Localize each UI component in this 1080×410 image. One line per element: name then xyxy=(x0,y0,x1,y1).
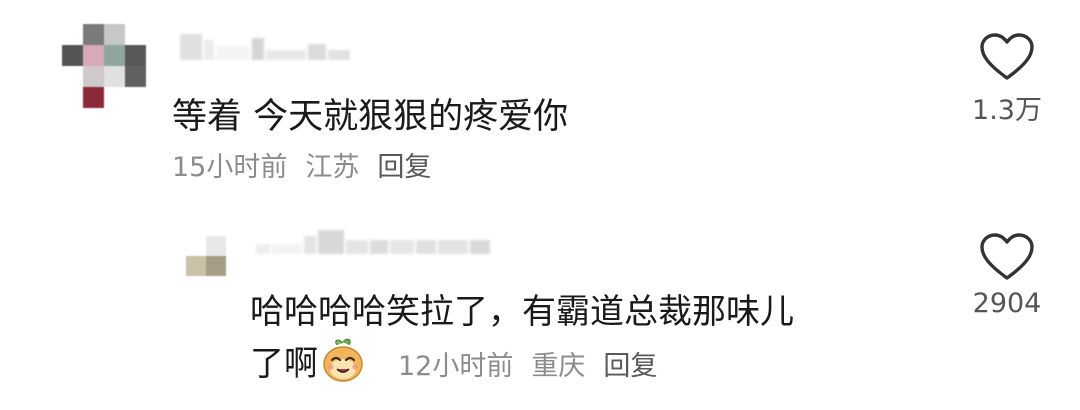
reply-button[interactable]: 回复 xyxy=(377,152,431,183)
comment-time: 15小时前 xyxy=(172,152,288,183)
reply-reply-button[interactable]: 回复 xyxy=(603,351,657,382)
reply-like-count: 2904 xyxy=(972,288,1042,319)
reply-time: 12小时前 xyxy=(398,351,514,382)
reply-like-button[interactable]: 2904 xyxy=(962,232,1052,319)
heart-outline-icon xyxy=(980,233,1034,280)
username-blurred[interactable] xyxy=(180,30,350,60)
heart-outline-icon xyxy=(980,33,1034,80)
reply-avatar[interactable] xyxy=(186,236,226,276)
reply-text-line-2: 了啊 xyxy=(250,336,366,385)
sly-smile-emoji-icon xyxy=(323,338,363,382)
like-button[interactable]: 1.3万 xyxy=(962,32,1052,127)
comment-text: 等着 今天就狠狠的疼爱你 xyxy=(172,97,569,137)
comment-meta: 15小时前 江苏 回复 xyxy=(172,145,431,184)
reply-text-line-1: 哈哈哈哈笑拉了，有霸道总裁那味儿 xyxy=(250,292,794,332)
reply-text-line-2-label: 了啊 xyxy=(250,344,318,384)
reply-meta: 12小时前 重庆 回复 xyxy=(398,344,657,383)
avatar[interactable] xyxy=(62,24,146,108)
like-count: 1.3万 xyxy=(972,95,1042,126)
reply-username-blurred[interactable] xyxy=(256,226,490,254)
comment-region: 江苏 xyxy=(305,152,360,183)
reply-region: 重庆 xyxy=(531,351,586,382)
